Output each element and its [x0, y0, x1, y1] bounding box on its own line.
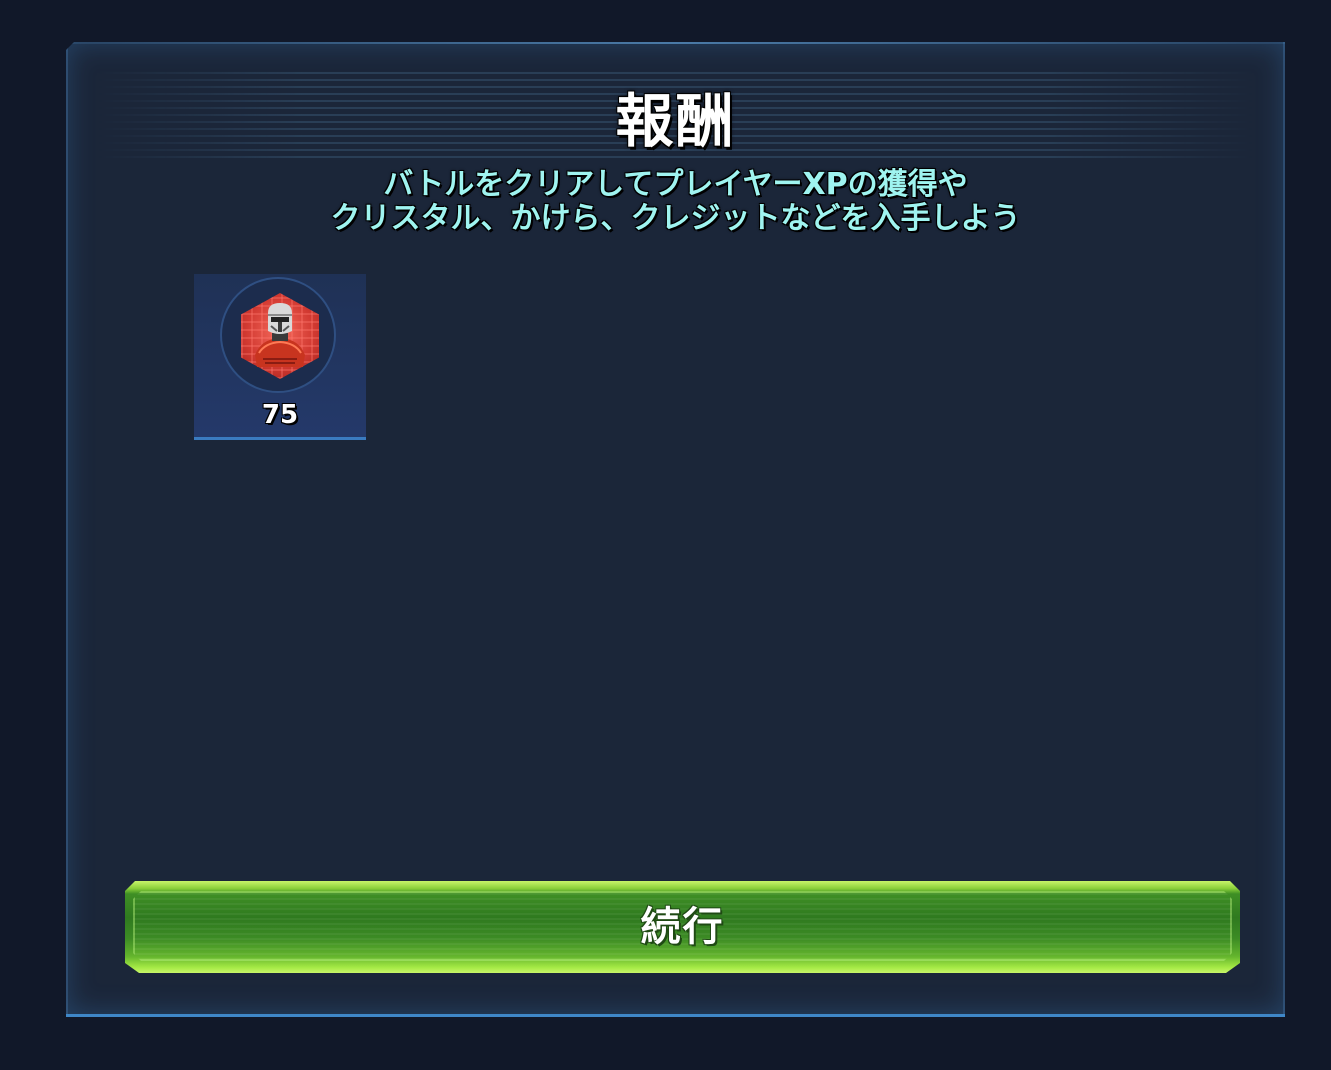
subtitle-line-2: クリスタル、かけら、クレジットなどを入手しよう — [330, 201, 1021, 236]
subtitle-line-1: バトルをクリアしてプレイヤーXPの獲得や — [383, 167, 968, 202]
reward-screen: 報酬 バトルをクリアしてプレイヤーXPの獲得や クリスタル、かけら、クレジットな… — [0, 0, 1331, 1070]
panel-top-edge — [66, 42, 1285, 44]
dialog-subtitle: バトルをクリアしてプレイヤーXPの獲得や クリスタル、かけら、クレジットなどを入… — [66, 168, 1285, 236]
dialog-title: 報酬 — [615, 87, 736, 155]
reward-dialog: 報酬 バトルをクリアしてプレイヤーXPの獲得や クリスタル、かけら、クレジットな… — [66, 42, 1285, 1017]
trooper-shard-icon — [255, 303, 305, 367]
continue-button-label: 続行 — [640, 904, 725, 950]
reward-quantity: 75 — [261, 400, 299, 430]
reward-icon-frame — [220, 277, 336, 393]
reward-item[interactable]: 75 — [194, 274, 366, 440]
continue-button[interactable]: 続行 — [125, 881, 1240, 973]
